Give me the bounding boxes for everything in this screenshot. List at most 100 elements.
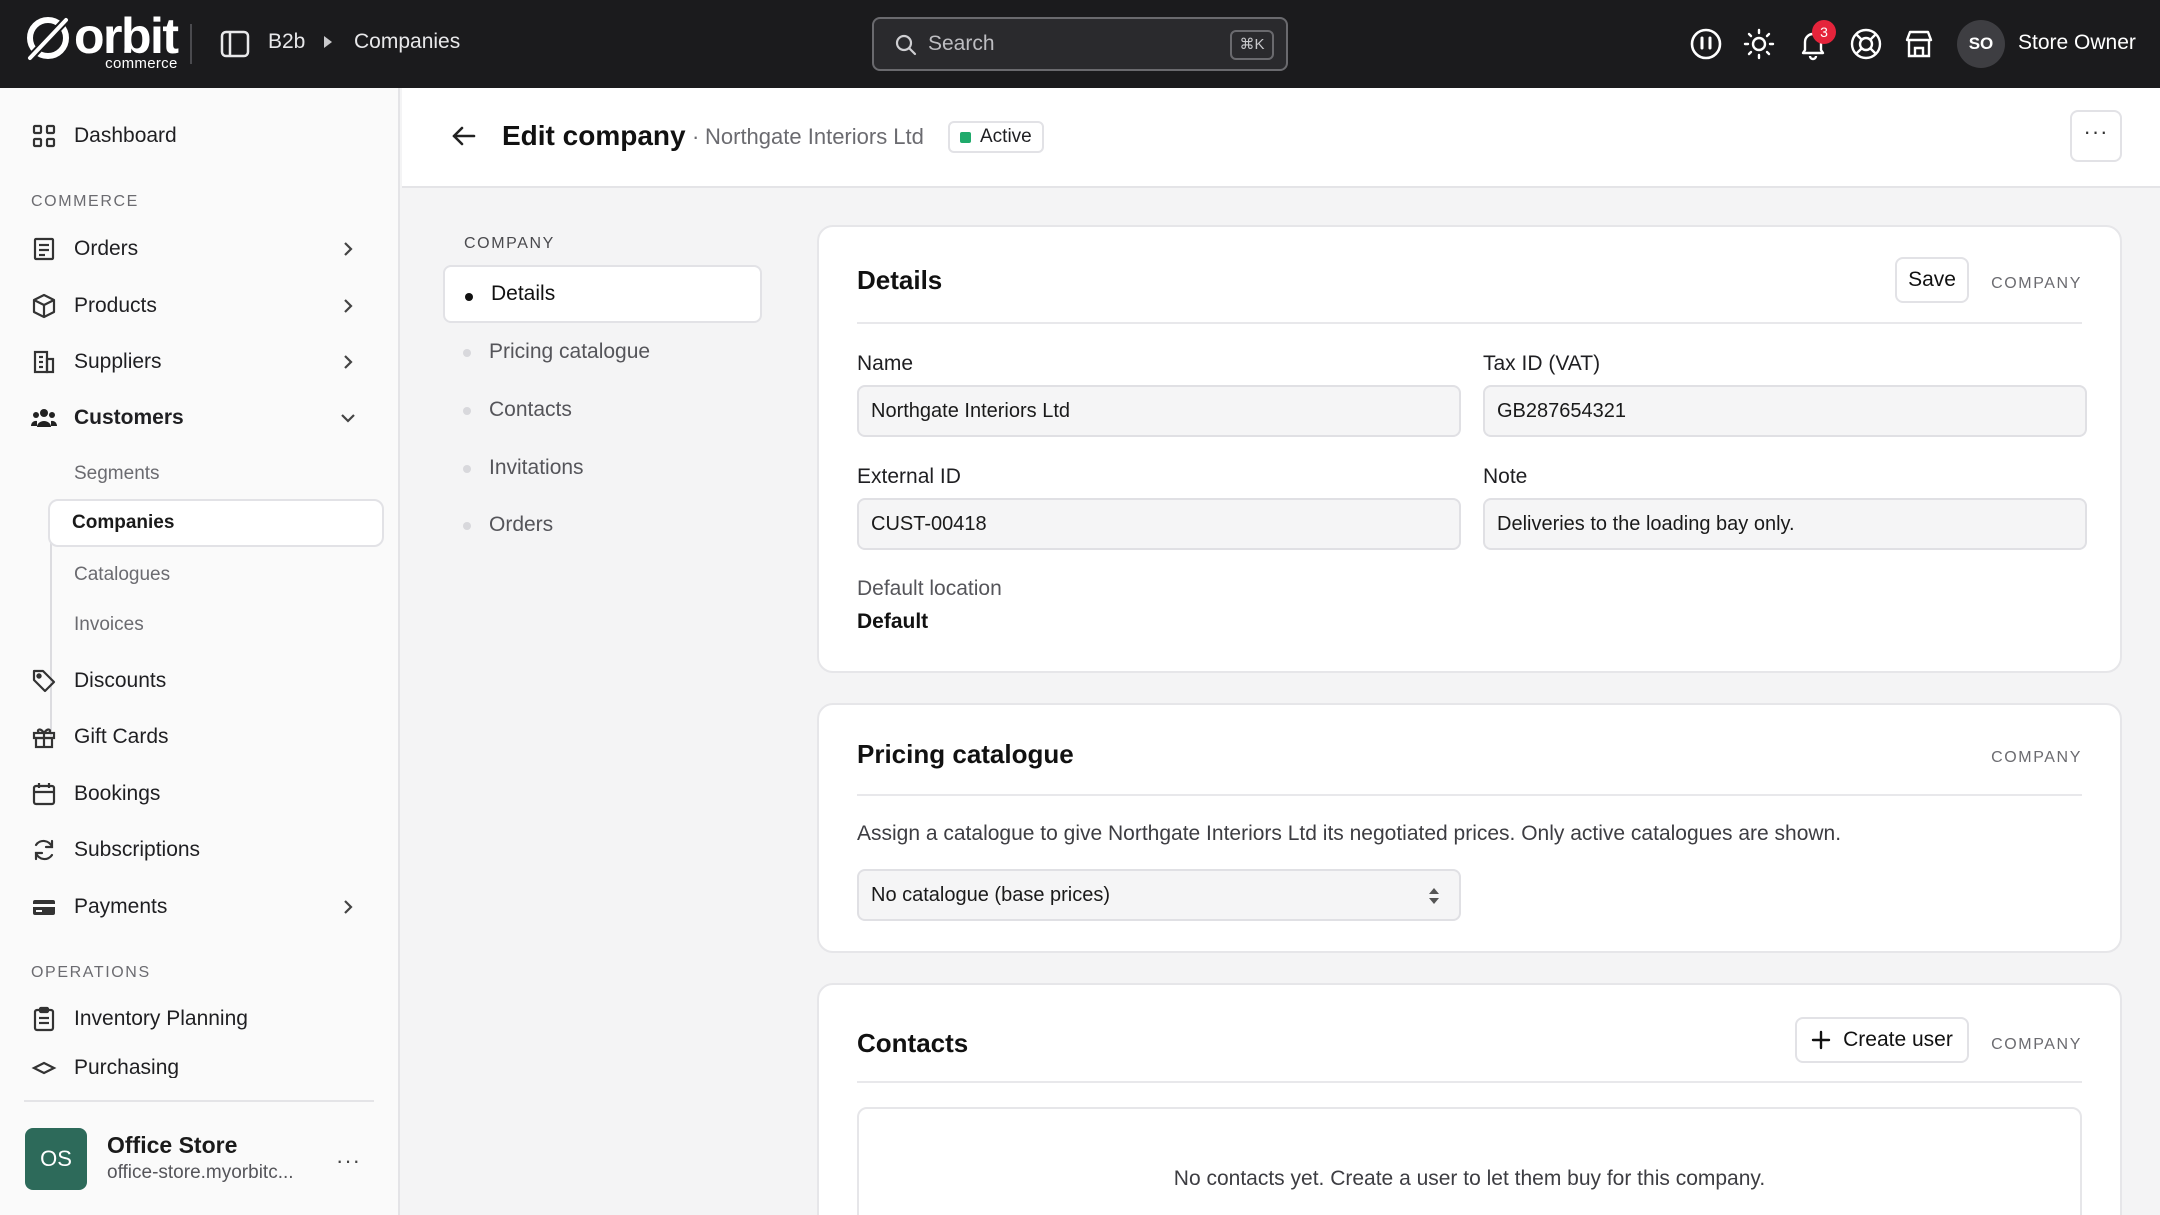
sidebar-item-label: Purchasing xyxy=(74,1056,180,1078)
section-label-commerce: COMMERCE xyxy=(31,193,139,210)
catalogue-select[interactable]: No catalogue (base prices) xyxy=(857,869,1461,921)
section-label-operations: OPERATIONS xyxy=(31,964,151,981)
status-dot-icon xyxy=(960,132,971,143)
sidebar-subitem-companies[interactable]: Companies xyxy=(48,499,384,547)
refresh-icon xyxy=(34,839,54,861)
chevron-right-icon xyxy=(344,355,353,369)
sun-theme-icon[interactable] xyxy=(1741,26,1777,62)
sidebar-subitem-invoices[interactable]: Invoices xyxy=(52,601,388,649)
section-nav-label-text: Orders xyxy=(489,513,554,536)
store-more-button[interactable]: ··· xyxy=(336,1148,361,1174)
clipboard-list-icon xyxy=(33,1006,55,1032)
sidebar-item-label: Dashboard xyxy=(74,124,177,147)
sidebar-item-gift-cards[interactable]: Gift Cards xyxy=(20,715,380,759)
sidebar-item-payments[interactable]: Payments xyxy=(20,885,380,929)
sidebar-item-products[interactable]: Products xyxy=(20,284,380,328)
topbar-divider xyxy=(190,24,192,64)
dashboard-grid-icon xyxy=(32,124,56,148)
note-field[interactable] xyxy=(1483,498,2087,550)
logo-wordmark: orbit xyxy=(74,8,179,64)
tax-id-field[interactable] xyxy=(1483,385,2087,437)
building-icon xyxy=(33,350,55,374)
section-nav-invitations[interactable]: Invitations xyxy=(443,439,762,497)
store-name[interactable]: Office Store xyxy=(107,1132,237,1159)
sidebar-divider xyxy=(24,1100,374,1102)
bullet-icon xyxy=(463,407,471,415)
tag-icon xyxy=(32,669,56,693)
page-header: Edit company · Northgate Interiors Ltd A… xyxy=(402,88,2160,188)
search-shortcut-hint: ⌘K xyxy=(1230,30,1274,60)
sidebar-subitem-segments[interactable]: Segments xyxy=(52,450,388,498)
create-user-label: Create user xyxy=(1843,1028,1953,1051)
create-user-button[interactable]: Create user xyxy=(1795,1017,1969,1063)
store-url: office-store.myorbitc... xyxy=(107,1162,294,1183)
sidebar-item-label: Inventory Planning xyxy=(74,1007,248,1030)
store-avatar[interactable]: OS xyxy=(25,1128,87,1190)
sidebar-item-subscriptions[interactable]: Subscriptions xyxy=(20,828,380,872)
search-input[interactable] xyxy=(928,29,1188,59)
receipt-icon xyxy=(33,237,55,261)
page-title: Edit company xyxy=(502,120,686,151)
calendar-icon xyxy=(32,783,56,806)
title-separator: · xyxy=(692,124,700,149)
section-nav-pricing-catalogue[interactable]: Pricing catalogue xyxy=(443,323,762,381)
sidebar-subitem-catalogues[interactable]: Catalogues xyxy=(52,551,388,599)
name-label: Name xyxy=(857,352,914,375)
bullet-icon xyxy=(463,349,471,357)
help-lifebuoy-icon[interactable] xyxy=(1848,26,1884,62)
contacts-card: Contacts Create user COMPANY No contacts… xyxy=(817,983,2122,1215)
sidebar-toggle-icon[interactable] xyxy=(220,30,250,58)
sidebar-item-label: Suppliers xyxy=(74,350,162,373)
sidebar-item-suppliers[interactable]: Suppliers xyxy=(20,340,380,384)
credit-card-icon xyxy=(33,900,55,915)
name-field[interactable] xyxy=(857,385,1461,437)
orbit-logo-icon xyxy=(27,17,69,60)
section-nav-orders[interactable]: Orders xyxy=(443,496,762,554)
sidebar-item-purchasing[interactable]: Purchasing xyxy=(20,1054,380,1078)
orbit-logo[interactable]: orbit commerce xyxy=(24,8,179,71)
sidebar-item-label: Discounts xyxy=(74,669,167,692)
select-arrows-icon xyxy=(1429,888,1439,904)
status-badge: Active xyxy=(948,121,1044,153)
pricing-divider xyxy=(857,794,2082,796)
sidebar-item-customers[interactable]: Customers xyxy=(20,396,380,440)
user-avatar[interactable]: SO xyxy=(1957,20,2005,68)
external-id-field[interactable] xyxy=(857,498,1461,550)
bullet-icon xyxy=(463,522,471,530)
plus-icon xyxy=(1811,1030,1831,1050)
sidebar-item-label: Subscriptions xyxy=(74,838,201,861)
external-id-label: External ID xyxy=(857,465,961,488)
section-nav-details[interactable]: Details xyxy=(443,265,762,323)
purchasing-icon xyxy=(31,1061,57,1075)
pause-circle-icon[interactable] xyxy=(1688,26,1724,62)
note-label: Note xyxy=(1483,465,1528,488)
section-nav-label-text: Details xyxy=(491,282,556,305)
sidebar-item-discounts[interactable]: Discounts xyxy=(20,659,380,703)
section-nav-contacts[interactable]: Contacts xyxy=(443,381,762,439)
default-location-label: Default location xyxy=(857,577,1002,600)
user-name[interactable]: Store Owner xyxy=(2018,31,2136,55)
sidebar-item-dashboard[interactable]: Dashboard xyxy=(20,114,380,158)
details-card: Details Save COMPANY Name Tax ID (VAT) E… xyxy=(817,225,2122,673)
back-arrow-icon[interactable] xyxy=(450,122,478,150)
sidebar-item-inventory-planning[interactable]: Inventory Planning xyxy=(20,997,380,1041)
breadcrumb-separator-icon xyxy=(324,36,332,48)
contacts-empty-message: No contacts yet. Create a user to let th… xyxy=(1173,1167,1766,1190)
chevron-right-icon xyxy=(344,242,353,256)
search-box[interactable]: ⌘K xyxy=(872,17,1288,71)
breadcrumb-companies[interactable]: Companies xyxy=(354,30,460,54)
sidebar-item-bookings[interactable]: Bookings xyxy=(20,772,380,816)
storefront-icon[interactable] xyxy=(1901,26,1937,62)
chevron-right-icon xyxy=(344,900,353,914)
breadcrumb-b2b[interactable]: B2b xyxy=(268,30,305,54)
save-button[interactable]: Save xyxy=(1895,257,1969,303)
contacts-empty-state: No contacts yet. Create a user to let th… xyxy=(857,1107,2082,1215)
more-actions-button[interactable]: ··· xyxy=(2070,110,2122,162)
details-section-tag: COMPANY xyxy=(1991,275,2082,292)
notification-count-badge: 3 xyxy=(1812,20,1836,44)
sidebar-item-orders[interactable]: Orders xyxy=(20,227,380,271)
default-location-value: Default xyxy=(857,610,929,633)
users-group-icon xyxy=(30,409,58,427)
section-nav-label-text: Pricing catalogue xyxy=(489,340,651,363)
details-divider xyxy=(857,322,2082,324)
